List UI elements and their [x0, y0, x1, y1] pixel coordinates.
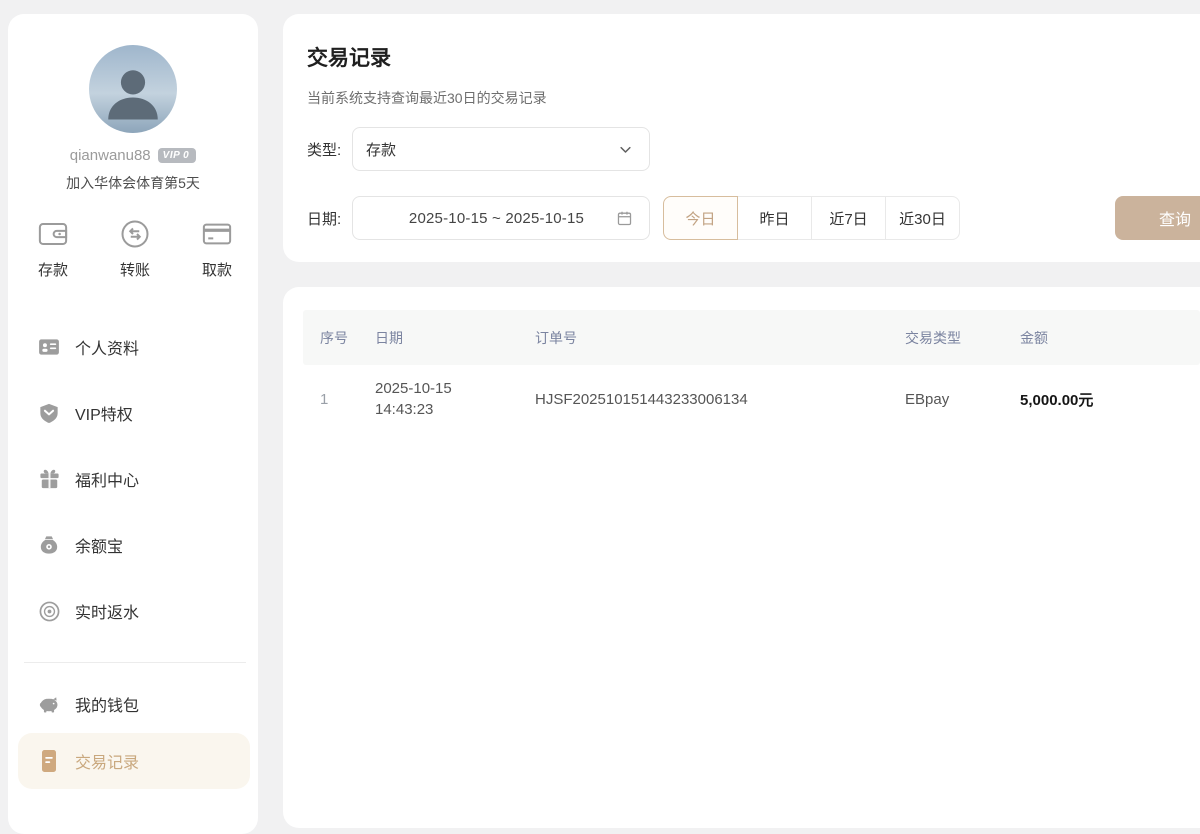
transfer-button[interactable]: 转账	[120, 219, 150, 280]
cell-date-time: 14:43:23	[375, 401, 535, 418]
type-filter-row: 类型: 存款	[307, 127, 650, 171]
sidebar: qianwanu88 VIP 0 加入华体会体育第5天 存款	[8, 14, 258, 834]
sidebar-item-vip-label: VIP特权	[75, 401, 133, 425]
table-header: 序号 日期 订单号 交易类型 金额	[303, 310, 1200, 365]
sidebar-item-rebate-label: 实时返水	[75, 599, 139, 623]
sidebar-item-benefits[interactable]: 福利中心	[8, 464, 258, 494]
col-header-amount: 金额	[1020, 328, 1200, 348]
calendar-icon	[616, 210, 633, 227]
table-row: 1 2025-10-15 14:43:23 HJSF20251015144323…	[303, 365, 1200, 433]
type-label: 类型:	[307, 139, 352, 160]
sidebar-item-my-wallet[interactable]: 我的钱包	[8, 689, 258, 719]
page-subtitle: 当前系统支持查询最近30日的交易记录	[307, 88, 1200, 108]
bank-card-icon	[202, 219, 232, 249]
sidebar-item-yuebao-label: 余额宝	[75, 533, 123, 557]
sidebar-item-yuebao[interactable]: 余额宝	[8, 530, 258, 560]
vip-shield-icon	[38, 403, 60, 423]
transfer-label: 转账	[120, 259, 150, 280]
id-card-icon	[38, 338, 60, 356]
col-header-index: 序号	[320, 328, 375, 348]
quick-actions: 存款 转账 取款	[8, 219, 258, 280]
username: qianwanu88	[70, 147, 151, 164]
type-select-value: 存款	[366, 139, 618, 160]
deposit-label: 存款	[38, 259, 68, 280]
piggy-bank-icon	[38, 694, 60, 714]
withdraw-label: 取款	[202, 259, 232, 280]
range-7days-button[interactable]: 近7日	[811, 196, 886, 240]
money-bag-icon	[38, 535, 60, 555]
sidebar-item-profile[interactable]: 个人资料	[8, 332, 258, 362]
cell-date-day: 2025-10-15	[375, 380, 535, 397]
sidebar-item-profile-label: 个人资料	[75, 335, 139, 359]
cell-index: 1	[320, 391, 375, 408]
col-header-order-no: 订单号	[535, 328, 905, 348]
type-select[interactable]: 存款	[352, 127, 650, 171]
date-filter-row: 日期: 2025-10-15 ~ 2025-10-15 今日 昨日 近7日 近3…	[307, 196, 960, 240]
col-header-date: 日期	[375, 328, 535, 348]
sidebar-item-my-wallet-label: 我的钱包	[75, 692, 139, 716]
cell-type: EBpay	[905, 391, 1020, 408]
deposit-button[interactable]: 存款	[38, 219, 68, 280]
avatar[interactable]	[89, 45, 177, 133]
range-today-button[interactable]: 今日	[663, 196, 738, 240]
page-title: 交易记录	[307, 42, 1200, 72]
wallet-icon	[38, 219, 68, 249]
record-file-icon	[38, 750, 60, 772]
sidebar-wallet-menu: 我的钱包 交易记录	[8, 689, 258, 789]
filter-card: 交易记录 当前系统支持查询最近30日的交易记录 类型: 存款 日期: 2025-…	[283, 14, 1200, 262]
sidebar-menu: 个人资料 VIP特权 福利中心	[8, 332, 258, 626]
cell-date: 2025-10-15 14:43:23	[375, 380, 535, 418]
join-days-text: 加入华体会体育第5天	[8, 173, 258, 193]
search-button[interactable]: 查询	[1115, 196, 1200, 240]
sidebar-item-rebate[interactable]: 实时返水	[8, 596, 258, 626]
date-label: 日期:	[307, 208, 352, 229]
sidebar-item-benefits-label: 福利中心	[75, 467, 139, 491]
withdraw-button[interactable]: 取款	[202, 219, 232, 280]
sidebar-divider	[24, 662, 246, 663]
transfer-icon	[120, 219, 150, 249]
coin-icon	[38, 601, 60, 622]
sidebar-item-transaction-records[interactable]: 交易记录	[18, 733, 250, 789]
sidebar-item-vip[interactable]: VIP特权	[8, 398, 258, 428]
date-range-input[interactable]: 2025-10-15 ~ 2025-10-15	[352, 196, 650, 240]
records-table-card: 序号 日期 订单号 交易类型 金额 1 2025-10-15 14:43:23 …	[283, 287, 1200, 828]
cell-order-no: HJSF202510151443233006134	[535, 391, 905, 408]
cell-amount: 5,000.00元	[1020, 389, 1200, 410]
sidebar-item-transaction-records-label: 交易记录	[75, 749, 139, 773]
person-silhouette-icon	[100, 59, 166, 125]
range-30days-button[interactable]: 近30日	[885, 196, 960, 240]
date-range-value: 2025-10-15 ~ 2025-10-15	[377, 210, 616, 227]
col-header-type: 交易类型	[905, 328, 1020, 348]
vip-badge: VIP 0	[158, 148, 197, 163]
range-yesterday-button[interactable]: 昨日	[737, 196, 812, 240]
gift-icon	[38, 469, 60, 489]
chevron-down-icon	[618, 142, 633, 157]
quick-range-group: 今日 昨日 近7日 近30日	[663, 196, 960, 240]
